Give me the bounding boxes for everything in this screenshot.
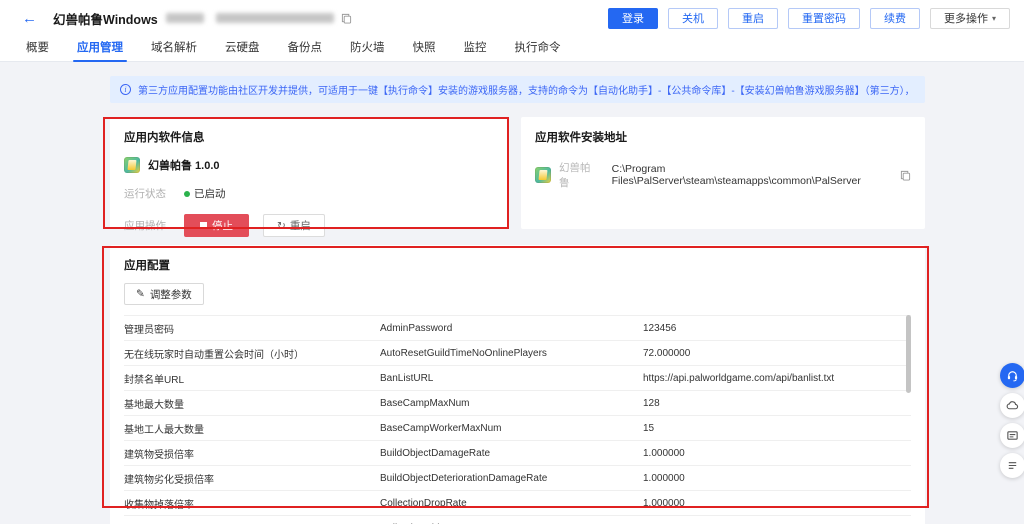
top-header: ← 幻兽帕鲁Windows 登录 关机 重启 重置密码 续费 更多操作▾ xyxy=(0,0,1024,36)
tab-backup-point[interactable]: 备份点 xyxy=(274,36,337,62)
cloud-icon xyxy=(1006,399,1019,412)
app-name: 幻兽帕鲁 xyxy=(559,160,598,190)
config-table-row: 无在线玩家时自动重置公会时间（小时） AutoResetGuildTimeNoO… xyxy=(124,340,911,365)
install-path-card: 应用软件安装地址 幻兽帕鲁 C:\Program Files\PalServer… xyxy=(521,117,925,229)
config-name-cell: 管理员密码 xyxy=(124,321,380,336)
config-param-cell: BuildObjectDamageRate xyxy=(380,448,643,459)
app-config-title: 应用配置 xyxy=(124,257,911,273)
config-param-cell: AdminPassword xyxy=(380,323,643,334)
config-param-cell: AutoResetGuildTimeNoOnlinePlayers xyxy=(380,348,643,359)
app-config-card: 应用配置 ✎调整参数 管理员密码 AdminPassword 123456 无在… xyxy=(110,245,925,524)
list-icon xyxy=(1006,459,1019,472)
tab-domain-resolution[interactable]: 域名解析 xyxy=(137,36,211,62)
config-name-cell: 无在线玩家时自动重置公会时间（小时） xyxy=(124,346,380,361)
back-arrow-icon[interactable]: ← xyxy=(22,11,37,26)
status-value: 已启动 xyxy=(194,186,226,201)
ticket-icon xyxy=(1006,429,1019,442)
work-order-button[interactable] xyxy=(1000,423,1024,448)
main-content: i 第三方应用配置功能由社区开发并提供，可适用于一键【执行命令】安装的游戏服务器… xyxy=(110,76,925,524)
config-param-cell: BaseCampMaxNum xyxy=(380,398,643,409)
tab-app-management[interactable]: 应用管理 xyxy=(63,36,137,62)
stop-button[interactable]: 停止 xyxy=(184,214,249,237)
page-title: 幻兽帕鲁Windows xyxy=(53,9,158,28)
config-name-cell: 收集物掉落倍率 xyxy=(124,496,380,511)
config-table-row: 管理员密码 AdminPassword 123456 xyxy=(124,315,911,340)
config-value-cell: https://api.palworldgame.com/api/banlist… xyxy=(643,373,911,384)
info-banner-text: 第三方应用配置功能由社区开发并提供，可适用于一键【执行命令】安装的游戏服务器，支… xyxy=(138,82,915,97)
config-name-cell: 建筑物劣化受损倍率 xyxy=(124,471,380,486)
config-name-cell: 建筑物受损倍率 xyxy=(124,446,380,461)
config-value-cell: 128 xyxy=(643,398,911,409)
app-name-version: 幻兽帕鲁 1.0.0 xyxy=(148,157,220,173)
software-info-card: 应用内软件信息 幻兽帕鲁 1.0.0 运行状态 已启动 应用操作 停止 ↻重启 xyxy=(110,117,509,229)
stop-icon xyxy=(200,222,207,229)
config-value-cell: 1.000000 xyxy=(643,448,911,459)
adjust-params-button[interactable]: ✎调整参数 xyxy=(124,283,204,305)
config-param-cell: BuildObjectDeteriorationDamageRate xyxy=(380,473,643,484)
config-param-cell: BanListURL xyxy=(380,373,643,384)
software-info-title: 应用内软件信息 xyxy=(124,129,495,145)
config-table: 管理员密码 AdminPassword 123456 无在线玩家时自动重置公会时… xyxy=(124,315,911,524)
config-table-row: 收集物体生命值倍率 CollectionObjectHpRate 1.00000… xyxy=(124,515,911,524)
survey-button[interactable] xyxy=(1000,453,1024,478)
login-button[interactable]: 登录 xyxy=(608,8,658,29)
config-param-cell: CollectionDropRate xyxy=(380,498,643,509)
palworld-app-icon xyxy=(124,157,140,173)
config-table-row: 基地最大数量 BaseCampMaxNum 128 xyxy=(124,390,911,415)
pencil-icon: ✎ xyxy=(136,288,145,300)
copy-icon[interactable] xyxy=(341,13,352,24)
palworld-app-icon xyxy=(535,167,551,183)
config-name-cell: 基地最大数量 xyxy=(124,396,380,411)
caret-down-icon: ▾ xyxy=(992,14,996,23)
install-path-title: 应用软件安装地址 xyxy=(535,129,911,145)
reboot-button[interactable]: 重启 xyxy=(728,8,778,29)
cloud-service-button[interactable] xyxy=(1000,393,1024,418)
tab-snapshot[interactable]: 快照 xyxy=(399,36,450,62)
config-name-cell: 收集物体生命值倍率 xyxy=(124,521,380,524)
config-table-row: 建筑物受损倍率 BuildObjectDamageRate 1.000000 xyxy=(124,440,911,465)
copy-path-icon[interactable] xyxy=(900,170,911,181)
info-icon: i xyxy=(120,84,131,95)
config-param-cell: BaseCampWorkerMaxNum xyxy=(380,423,643,434)
install-path-value: C:\Program Files\PalServer\steam\steamap… xyxy=(612,163,893,187)
reset-password-button[interactable]: 重置密码 xyxy=(788,8,860,29)
redacted-text xyxy=(166,13,204,23)
redacted-text xyxy=(216,13,334,23)
tab-firewall[interactable]: 防火墙 xyxy=(336,36,399,62)
shutdown-button[interactable]: 关机 xyxy=(668,8,718,29)
config-table-row: 建筑物劣化受损倍率 BuildObjectDeteriorationDamage… xyxy=(124,465,911,490)
config-value-cell: 15 xyxy=(643,423,911,434)
config-table-row: 基地工人最大数量 BaseCampWorkerMaxNum 15 xyxy=(124,415,911,440)
table-scrollbar[interactable] xyxy=(906,315,911,393)
action-label: 应用操作 xyxy=(124,218,184,233)
restart-icon: ↻ xyxy=(277,220,286,232)
config-value-cell: 72.000000 xyxy=(643,348,911,359)
config-name-cell: 基地工人最大数量 xyxy=(124,421,380,436)
info-banner: i 第三方应用配置功能由社区开发并提供，可适用于一键【执行命令】安装的游戏服务器… xyxy=(110,76,925,103)
config-value-cell: 123456 xyxy=(643,323,911,334)
customer-support-button[interactable] xyxy=(1000,363,1024,388)
headset-icon xyxy=(1006,369,1019,382)
status-running-dot xyxy=(184,191,190,197)
config-value-cell: 1.000000 xyxy=(643,498,911,509)
renew-button[interactable]: 续费 xyxy=(870,8,920,29)
tab-overview[interactable]: 概要 xyxy=(12,36,63,62)
restart-button[interactable]: ↻重启 xyxy=(263,214,325,237)
tab-monitor[interactable]: 监控 xyxy=(450,36,501,62)
tab-bar: 概要 应用管理 域名解析 云硬盘 备份点 防火墙 快照 监控 执行命令 xyxy=(0,36,1024,62)
config-value-cell: 1.000000 xyxy=(643,473,911,484)
config-table-row: 封禁名单URL BanListURL https://api.palworldg… xyxy=(124,365,911,390)
more-actions-button[interactable]: 更多操作▾ xyxy=(930,8,1010,29)
config-table-row: 收集物掉落倍率 CollectionDropRate 1.000000 xyxy=(124,490,911,515)
config-name-cell: 封禁名单URL xyxy=(124,371,380,386)
tab-execute-command[interactable]: 执行命令 xyxy=(501,36,575,62)
tab-cloud-disk[interactable]: 云硬盘 xyxy=(211,36,274,62)
status-label: 运行状态 xyxy=(124,186,184,201)
header-actions: 登录 关机 重启 重置密码 续费 更多操作▾ xyxy=(608,8,1010,29)
